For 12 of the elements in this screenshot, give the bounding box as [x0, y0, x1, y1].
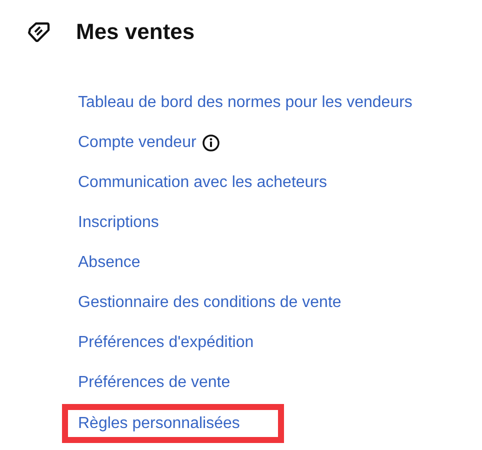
menu-link[interactable]: Règles personnalisées: [78, 414, 240, 432]
menu-link[interactable]: Absence: [78, 254, 140, 272]
info-icon[interactable]: [202, 134, 220, 152]
section-title: Mes ventes: [76, 19, 195, 45]
menu-link[interactable]: Gestionnaire des conditions de vente: [78, 294, 342, 312]
menu-link[interactable]: Préférences de vente: [78, 374, 230, 392]
menu-link[interactable]: Compte vendeur: [78, 134, 196, 152]
tag-icon: [28, 22, 50, 42]
menu-link[interactable]: Communication avec les acheteurs: [78, 174, 328, 192]
menu-link[interactable]: Tableau de bord des normes pour les vendeurs: [78, 94, 412, 112]
menu-link[interactable]: Inscriptions: [78, 214, 159, 232]
menu-link[interactable]: Préférences d'expédition: [78, 334, 254, 352]
